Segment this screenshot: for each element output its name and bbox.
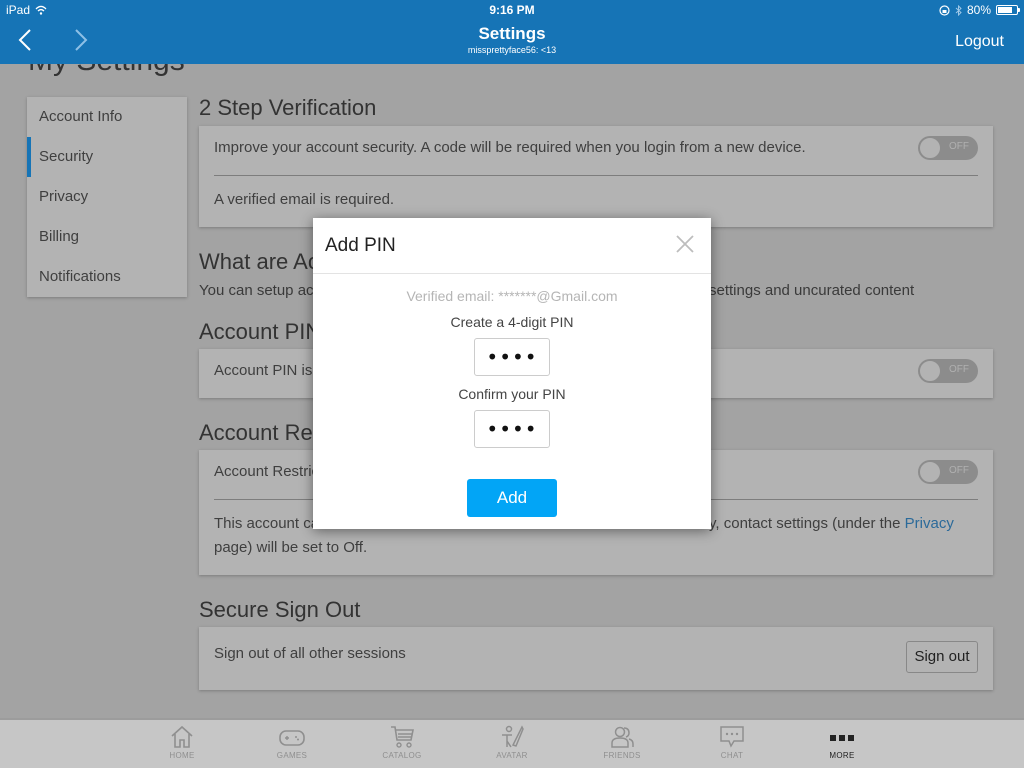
tab-label: CHAT (720, 751, 744, 760)
create-pin-label: Create a 4-digit PIN (450, 314, 574, 330)
dialog-header: Add PIN (313, 218, 711, 274)
account-restrictions-text-left: This account ca (214, 515, 320, 532)
clock: 9:16 PM (489, 3, 535, 17)
create-pin-input[interactable] (474, 338, 550, 376)
cart-icon (391, 726, 414, 748)
status-bar: iPad 9:16 PM 80% (0, 0, 1024, 20)
friends-icon (611, 726, 634, 748)
account-restrictions-heading: Account Res (199, 420, 324, 445)
tab-friends[interactable]: FRIENDS (567, 720, 677, 768)
tab-label: GAMES (276, 751, 308, 760)
avatar-icon (502, 725, 524, 748)
account-restrictions-text-right: y, contact settings (under the Privacy (709, 515, 954, 532)
secure-sign-out-heading: Secure Sign Out (199, 597, 361, 622)
chat-icon (720, 726, 744, 748)
toggle-label: OFF (949, 465, 969, 476)
sidebar-item-billing[interactable]: Billing (27, 217, 187, 257)
sidebar-item-privacy[interactable]: Privacy (27, 177, 187, 217)
tab-more[interactable]: MORE (787, 720, 897, 768)
settings-sidebar: Account Info Security Privacy Billing No… (27, 97, 187, 297)
tab-games[interactable]: GAMES (237, 720, 347, 768)
tab-label: AVATAR (496, 751, 528, 760)
battery-icon (996, 5, 1020, 15)
what-are-heading: What are Ac (199, 249, 319, 274)
close-icon (676, 235, 694, 253)
header-title: Settings (478, 24, 546, 43)
add-pin-dialog: Add PIN Verified email: *******@Gmail.co… (313, 218, 711, 529)
confirm-pin-input[interactable] (474, 410, 550, 448)
divider (214, 175, 978, 176)
tab-catalog[interactable]: CATALOG (347, 720, 457, 768)
two-step-card: Improve your account security. A code wi… (199, 126, 993, 227)
logout-button[interactable]: Logout (955, 33, 1004, 51)
toggle-knob (919, 360, 941, 382)
tab-label: FRIENDS (603, 751, 641, 760)
tab-label: MORE (829, 751, 855, 760)
what-are-text-left: You can setup acc (199, 282, 322, 299)
tab-home[interactable]: HOME (127, 720, 237, 768)
account-pin-text: Account PIN is o (214, 362, 325, 379)
what-are-text-right: settings and uncurated content (709, 282, 915, 299)
toggle-knob (919, 137, 941, 159)
battery-percent: 80% (966, 3, 991, 17)
two-step-heading: 2 Step Verification (199, 95, 377, 120)
toggle-label: OFF (949, 141, 969, 152)
secure-sign-out-card: Sign out of all other sessions Sign out (199, 627, 993, 690)
two-step-note: A verified email is required. (214, 191, 395, 208)
toggle-knob (919, 461, 941, 483)
bluetooth-icon (955, 4, 962, 16)
bottom-nav: HOME GAMES CATALOG AVATAR FRIENDS CHAT M… (0, 718, 1024, 768)
sidebar-item-notifications[interactable]: Notifications (27, 257, 187, 297)
sign-out-button[interactable]: Sign out (906, 641, 978, 673)
secure-sign-out-text: Sign out of all other sessions (214, 645, 406, 662)
verified-email: Verified email: *******@Gmail.com (406, 288, 618, 304)
tab-chat[interactable]: CHAT (677, 720, 787, 768)
tab-label: HOME (169, 751, 195, 760)
close-button[interactable] (675, 234, 695, 254)
more-icon (830, 735, 854, 741)
toggle-label: OFF (949, 364, 969, 375)
add-button[interactable]: Add (467, 479, 557, 517)
restrictions-text: y, contact settings (under the (709, 515, 905, 532)
gamepad-icon (279, 730, 305, 746)
home-icon (171, 725, 193, 748)
account-pin-toggle[interactable]: OFF (918, 359, 978, 383)
account-pin-heading: Account PIN (199, 319, 322, 344)
account-restrictions-toggle[interactable]: OFF (918, 460, 978, 484)
confirm-pin-label: Confirm your PIN (458, 386, 566, 402)
sidebar-item-account-info[interactable]: Account Info (27, 97, 187, 137)
top-bar: iPad 9:16 PM 80% Settings missprettyface… (0, 0, 1024, 64)
sidebar-item-security[interactable]: Security (27, 137, 187, 177)
dialog-title: Add PIN (325, 235, 396, 256)
two-step-toggle[interactable]: OFF (918, 136, 978, 160)
tab-label: CATALOG (382, 751, 422, 760)
privacy-link[interactable]: Privacy (905, 515, 954, 532)
account-restrictions-label: Account Restric (214, 463, 320, 480)
account-restrictions-text-line2: page) will be set to Off. (214, 539, 368, 556)
orientation-lock-icon (939, 4, 950, 16)
dialog-body: Verified email: *******@Gmail.com Create… (313, 288, 711, 517)
tab-avatar[interactable]: AVATAR (457, 720, 567, 768)
header-username: missprettyface56: <13 (467, 45, 557, 55)
two-step-description: Improve your account security. A code wi… (214, 139, 806, 156)
